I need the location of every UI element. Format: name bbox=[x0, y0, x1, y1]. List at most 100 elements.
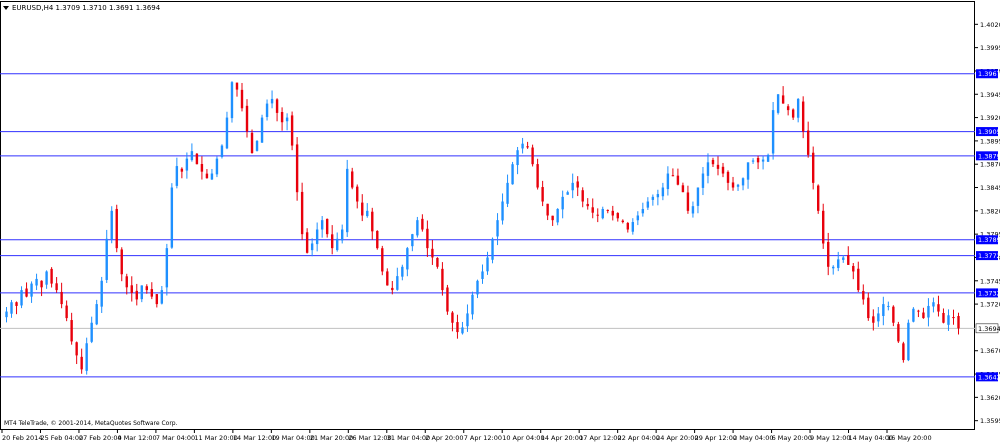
candle-body bbox=[817, 185, 820, 211]
candle-body bbox=[436, 257, 439, 267]
candle-body bbox=[746, 162, 750, 180]
candle-body bbox=[165, 248, 169, 288]
x-tick-label: 10 Apr 04:00 bbox=[502, 434, 544, 442]
candle-body bbox=[75, 342, 78, 356]
chart-canvas[interactable]: 1.40201.39951.39701.39451.39201.38951.38… bbox=[0, 0, 1000, 442]
candle-body bbox=[892, 306, 895, 323]
x-tick-label: 25 Feb 04:00 bbox=[40, 434, 83, 442]
candle-body bbox=[591, 207, 594, 213]
candle-body bbox=[516, 150, 519, 166]
candle-body bbox=[641, 208, 645, 214]
candle-body bbox=[756, 157, 760, 163]
symbol-header: EURUSD,H4 1.3709 1.3710 1.3691 1.3694 bbox=[12, 4, 161, 12]
candle-body bbox=[145, 286, 148, 291]
candle-body bbox=[466, 313, 469, 327]
candle-body bbox=[220, 145, 224, 157]
x-tick-label: 19 Mar 04:00 bbox=[271, 434, 314, 442]
candle-body bbox=[842, 257, 845, 260]
candle-body bbox=[686, 192, 690, 211]
candle-body bbox=[811, 152, 815, 183]
candle-body bbox=[631, 222, 635, 232]
candle-body bbox=[351, 171, 354, 188]
candle-body bbox=[205, 173, 209, 179]
candle-body bbox=[726, 171, 730, 183]
candle-body bbox=[416, 220, 419, 236]
y-tick-label: 1.3820 bbox=[980, 207, 1000, 215]
y-tick-label: 1.3845 bbox=[980, 184, 1000, 192]
candle-body bbox=[85, 343, 88, 371]
y-tick-label: 1.3620 bbox=[980, 394, 1000, 402]
candle-body bbox=[280, 112, 284, 123]
y-tick-label: 1.4020 bbox=[980, 21, 1000, 29]
candle-body bbox=[736, 184, 740, 187]
candle-body bbox=[310, 243, 314, 251]
candle-body bbox=[225, 117, 229, 149]
candle-body bbox=[586, 203, 589, 207]
candle-body bbox=[801, 101, 805, 132]
level-price-label: 1.3789 bbox=[978, 236, 1000, 244]
x-tick-label: 24 Apr 20:00 bbox=[656, 434, 698, 442]
candle-body bbox=[285, 117, 289, 122]
candle-body bbox=[506, 182, 509, 204]
candle-body bbox=[200, 163, 204, 172]
candle-body bbox=[576, 181, 579, 188]
level-price-label: 1.3772 bbox=[978, 252, 1000, 260]
candle-body bbox=[190, 151, 194, 161]
y-tick-label: 1.3670 bbox=[980, 347, 1000, 355]
x-tick-label: 14 Mar 12:00 bbox=[233, 434, 276, 442]
y-tick-label: 1.3720 bbox=[980, 301, 1000, 309]
x-tick-label: 20 Feb 2014 bbox=[2, 434, 42, 442]
candle-body bbox=[887, 305, 890, 307]
candle-body bbox=[55, 283, 58, 291]
candle-body bbox=[611, 210, 614, 216]
candle-body bbox=[431, 248, 434, 258]
candle-body bbox=[947, 315, 950, 325]
candle-body bbox=[661, 187, 665, 197]
candle-body bbox=[832, 266, 835, 269]
candle-body bbox=[115, 208, 118, 249]
candle-body bbox=[90, 322, 93, 342]
candle-body bbox=[496, 220, 499, 237]
candle-body bbox=[50, 268, 53, 284]
candle-body bbox=[356, 186, 359, 202]
candle-body bbox=[265, 103, 269, 118]
candle-body bbox=[386, 271, 389, 286]
candle-body bbox=[80, 356, 83, 370]
dropdown-triangle-icon[interactable] bbox=[3, 6, 9, 10]
candle-body bbox=[346, 168, 349, 233]
candle-body bbox=[25, 288, 28, 297]
candle-body bbox=[902, 343, 905, 361]
price-chart[interactable]: 1.40201.39951.39701.39451.39201.38951.38… bbox=[0, 0, 1000, 442]
candle-body bbox=[325, 218, 329, 235]
candle-body bbox=[877, 313, 880, 322]
candle-body bbox=[681, 185, 685, 193]
x-tick-label: 27 Feb 20:00 bbox=[79, 434, 122, 442]
candle-body bbox=[937, 304, 940, 312]
y-tick-label: 1.3595 bbox=[980, 417, 1000, 425]
candle-body bbox=[366, 210, 369, 217]
candle-body bbox=[571, 182, 574, 191]
candle-body bbox=[847, 255, 850, 265]
candle-body bbox=[676, 175, 680, 185]
candle-body bbox=[180, 168, 184, 172]
y-tick-label: 1.3945 bbox=[980, 91, 1000, 99]
candle-body bbox=[260, 117, 264, 143]
candle-body bbox=[606, 209, 609, 211]
current-price-label: 1.3694 bbox=[978, 325, 1000, 333]
candle-body bbox=[476, 280, 479, 295]
candle-body bbox=[716, 164, 720, 169]
candle-body bbox=[330, 234, 334, 249]
candle-body bbox=[751, 160, 755, 162]
candle-body bbox=[461, 327, 464, 334]
x-tick-label: 26 Mar 12:00 bbox=[348, 434, 391, 442]
candle-body bbox=[195, 153, 199, 165]
candle-body bbox=[320, 220, 324, 230]
candle-body bbox=[120, 249, 123, 275]
candle-body bbox=[626, 222, 630, 230]
candle-body bbox=[305, 232, 309, 253]
x-tick-label: 9 May 12:00 bbox=[810, 434, 850, 442]
candle-body bbox=[160, 290, 164, 304]
candle-body bbox=[771, 110, 775, 154]
level-price-label: 1.3642 bbox=[978, 373, 1000, 381]
y-tick-label: 1.3870 bbox=[980, 161, 1000, 169]
